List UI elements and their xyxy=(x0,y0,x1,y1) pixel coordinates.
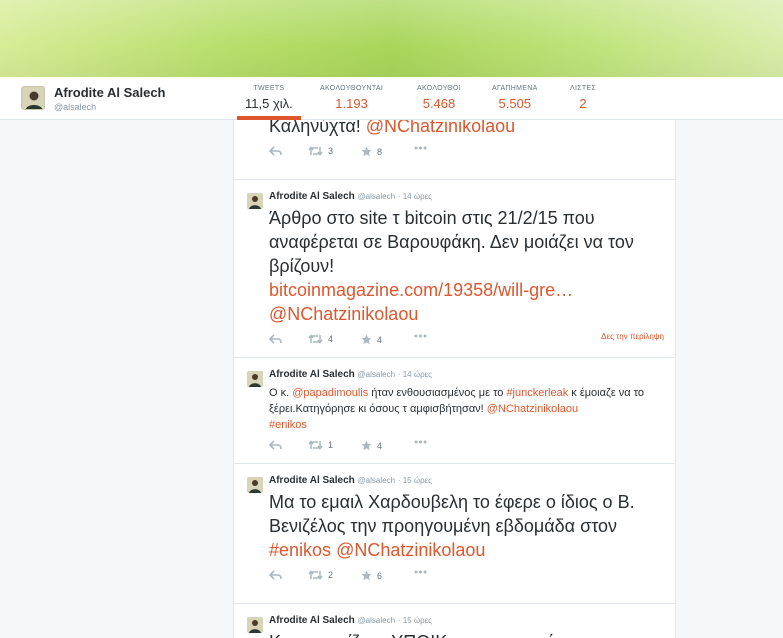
tweet-header: Afrodite Al Salech @alsalech · 15 ώρες xyxy=(269,475,432,486)
mention-link[interactable]: @NChatzinikolaou xyxy=(366,120,515,136)
retweet-icon xyxy=(308,146,323,156)
favorite-button[interactable]: 4 xyxy=(361,334,382,345)
retweet-button[interactable]: 2 xyxy=(308,570,333,580)
star-icon xyxy=(361,440,372,451)
tweet-header: Afrodite Al Salech @alsalech · 14 ώρες xyxy=(269,369,432,380)
tweet-timestamp[interactable]: · 15 ώρες xyxy=(398,616,432,625)
retweet-count: 4 xyxy=(328,334,334,344)
favorite-button[interactable]: 8 xyxy=(361,146,382,157)
tweet-header: Afrodite Al Salech @alsalech · 14 ώρες xyxy=(269,191,432,202)
tweet-author-handle: @alsalech xyxy=(357,370,396,379)
favorite-button[interactable]: 6 xyxy=(361,570,382,581)
stat-favorites[interactable]: ΑΓΑΠΗΜΕΝΑ 5.505 xyxy=(492,85,538,111)
tweet-timestamp[interactable]: · 14 ώρες xyxy=(398,370,432,379)
reply-icon[interactable] xyxy=(269,440,282,450)
retweet-button[interactable]: 3 xyxy=(308,146,333,156)
favorite-count: 4 xyxy=(377,334,383,345)
stat-following-label: ΑΚΟΛΟΥΘΟΥΝΤΑΙ xyxy=(320,85,384,92)
retweet-icon xyxy=(308,570,323,580)
retweet-icon xyxy=(308,440,323,450)
stat-followers[interactable]: ΑΚΟΛΟΥΘΟΙ 5.468 xyxy=(417,85,461,111)
tweet-author-name[interactable]: Afrodite Al Salech xyxy=(269,615,355,626)
mention-link[interactable]: @papadimoulis xyxy=(292,387,368,399)
tweet-author-handle: @alsalech xyxy=(357,616,396,625)
more-options-icon[interactable] xyxy=(414,146,427,150)
tweet-avatar[interactable] xyxy=(247,371,263,387)
more-options-icon[interactable] xyxy=(414,334,427,338)
tweet-text: Ο κ. @papadimoulis ήταν ενθουσιασμένος μ… xyxy=(269,387,645,431)
stat-lists-value: 2 xyxy=(579,96,587,111)
more-options-icon[interactable] xyxy=(414,440,427,444)
stat-followers-value: 5.468 xyxy=(422,96,456,111)
retweet-count: 1 xyxy=(328,440,334,450)
tweet-avatar[interactable] xyxy=(247,477,263,493)
tweet-author-name[interactable]: Afrodite Al Salech xyxy=(269,191,355,202)
reply-icon[interactable] xyxy=(269,334,282,344)
profile-header-banner xyxy=(0,0,783,77)
stat-followers-label: ΑΚΟΛΟΥΘΟΙ xyxy=(417,85,461,92)
tweet-timestamp[interactable]: · 15 ώρες xyxy=(398,476,432,485)
profile-handle: @alsalech xyxy=(54,102,97,112)
tweet-text: Μα το εμαιλ Χαρδουβελη το έφερε ο ίδιος … xyxy=(269,492,635,560)
tweet-timeline: Καληνύχτα! @NChatzinikolaou 3 8 Afrodite… xyxy=(233,120,676,638)
star-icon xyxy=(361,334,372,345)
profile-navbar: Afrodite Al Salech @alsalech TWEETS 11,5… xyxy=(0,77,783,120)
stat-tweets-value: 11,5 χιλ. xyxy=(245,96,293,111)
favorite-count: 6 xyxy=(377,570,383,581)
more-options-icon[interactable] xyxy=(414,570,427,574)
reply-icon[interactable] xyxy=(269,570,282,580)
mention-link[interactable]: @NChatzinikolaou xyxy=(269,304,418,324)
mention-link[interactable]: @NChatzinikolaou xyxy=(336,540,485,560)
retweet-count: 3 xyxy=(328,146,334,156)
view-summary-link[interactable]: Δες την περίληψη xyxy=(601,332,664,341)
reply-icon[interactable] xyxy=(269,146,282,156)
tweet-author-name[interactable]: Afrodite Al Salech xyxy=(269,369,355,380)
tweet-avatar[interactable] xyxy=(247,617,263,633)
profile-avatar[interactable] xyxy=(21,86,45,110)
stat-lists[interactable]: ΛΙΣΤΕΣ 2 xyxy=(570,85,596,111)
stat-favorites-label: ΑΓΑΠΗΜΕΝΑ xyxy=(492,85,538,92)
tweet-header: Afrodite Al Salech @alsalech · 15 ώρες xyxy=(269,615,432,626)
hashtag-link[interactable]: #enikos xyxy=(269,419,307,431)
tweet-timestamp[interactable]: · 14 ώρες xyxy=(398,192,432,201)
tweet-item[interactable]: Afrodite Al Salech @alsalech · 14 ώρες Ά… xyxy=(234,180,675,358)
stat-following[interactable]: ΑΚΟΛΟΥΘΟΥΝΤΑΙ 1.193 xyxy=(320,85,383,111)
stat-following-value: 1.193 xyxy=(335,96,368,111)
tweet-text: Και συνεχίζει ο ΥΠΟΙΚ να υπονομεύει τη xyxy=(269,630,669,638)
tweet-author-handle: @alsalech xyxy=(357,192,396,201)
favorite-count: 8 xyxy=(377,146,383,157)
profile-name[interactable]: Afrodite Al Salech xyxy=(54,85,165,100)
star-icon xyxy=(361,146,372,157)
retweet-icon xyxy=(308,334,323,344)
stat-tweets[interactable]: TWEETS 11,5 χιλ. xyxy=(237,85,301,120)
tweet-item[interactable]: Afrodite Al Salech @alsalech · 15 ώρες Μ… xyxy=(234,464,675,604)
star-icon xyxy=(361,570,372,581)
retweet-button[interactable]: 4 xyxy=(308,334,333,344)
tweet-url-link[interactable]: bitcoinmagazine.com/19358/will-gre… xyxy=(269,280,573,300)
hashtag-link[interactable]: #enikos xyxy=(269,540,331,560)
tweet-author-handle: @alsalech xyxy=(357,476,396,485)
stat-favorites-value: 5.505 xyxy=(498,96,532,111)
stat-tweets-label: TWEETS xyxy=(253,85,285,92)
tweet-item[interactable]: Afrodite Al Salech @alsalech · 14 ώρες Ο… xyxy=(234,358,675,464)
tweet-text: Άρθρο στο site τ bitcoin στις 21/2/15 πο… xyxy=(269,208,634,324)
retweet-button[interactable]: 1 xyxy=(308,440,333,450)
tweet-text: Καληνύχτα! @NChatzinikolaou xyxy=(269,120,669,138)
favorite-button[interactable]: 4 xyxy=(361,440,382,451)
tweet-author-name[interactable]: Afrodite Al Salech xyxy=(269,475,355,486)
tweet-item[interactable]: Afrodite Al Salech @alsalech · 15 ώρες Κ… xyxy=(234,604,675,638)
tweet-item[interactable]: Καληνύχτα! @NChatzinikolaou 3 8 xyxy=(234,120,675,180)
tweet-avatar[interactable] xyxy=(247,193,263,209)
favorite-count: 4 xyxy=(377,440,383,451)
hashtag-link[interactable]: #junckerleak xyxy=(506,387,568,399)
mention-link[interactable]: @NChatzinikolaou xyxy=(487,403,578,415)
stat-lists-label: ΛΙΣΤΕΣ xyxy=(570,85,597,92)
retweet-count: 2 xyxy=(328,570,334,580)
